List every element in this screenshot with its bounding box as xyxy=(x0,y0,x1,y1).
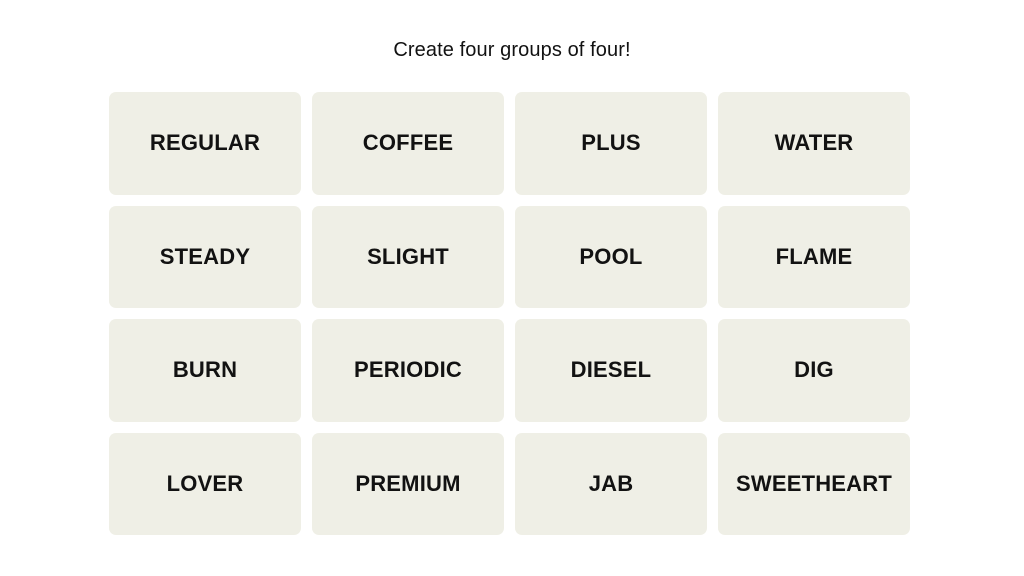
word-tile[interactable]: STEADY xyxy=(109,205,301,308)
word-tile[interactable]: FLAME xyxy=(718,205,910,308)
word-tile[interactable]: PLUS xyxy=(515,92,707,195)
word-tile-label: BURN xyxy=(172,357,238,383)
word-tile-label: LOVER xyxy=(166,470,244,496)
word-tile-label: PERIODIC xyxy=(354,357,462,383)
word-tile-label: COFFEE xyxy=(362,130,454,156)
word-tile-label: STEADY xyxy=(159,243,251,269)
page-title: Create four groups of four! xyxy=(393,39,631,61)
word-tile-label: PREMIUM xyxy=(355,470,461,496)
word-tile[interactable]: JAB xyxy=(515,432,707,535)
word-tile[interactable]: SLIGHT xyxy=(312,205,504,308)
word-tile-label: REGULAR xyxy=(149,130,261,156)
word-tile-label: DIESEL xyxy=(570,357,652,383)
word-tile[interactable]: POOL xyxy=(515,205,707,308)
word-tile-label: WATER xyxy=(774,130,854,156)
word-tile-label: SLIGHT xyxy=(367,243,449,269)
word-tile[interactable]: SWEETHEART xyxy=(718,432,910,535)
word-tile-label: FLAME xyxy=(775,243,853,269)
connections-game-screen: Create four groups of four! REGULAR COFFE… xyxy=(0,0,1024,576)
word-tile-label: POOL xyxy=(579,243,643,269)
word-tile[interactable]: BURN xyxy=(109,319,301,422)
word-tile-label: PLUS xyxy=(581,130,641,156)
word-tile[interactable]: DIESEL xyxy=(515,319,707,422)
word-tile[interactable]: COFFEE xyxy=(312,92,504,195)
word-tile[interactable]: PREMIUM xyxy=(312,432,504,535)
word-tile[interactable]: LOVER xyxy=(109,432,301,535)
word-tile-grid: REGULAR COFFEE PLUS WATER STEADY SLIGHT POOL FL… xyxy=(109,92,910,535)
word-tile[interactable]: WATER xyxy=(718,92,910,195)
word-tile-label: DIG xyxy=(794,357,834,383)
word-tile-label: SWEETHEART xyxy=(736,470,892,496)
word-tile[interactable]: REGULAR xyxy=(109,92,301,195)
word-tile[interactable]: PERIODIC xyxy=(312,319,504,422)
word-tile[interactable]: DIG xyxy=(718,319,910,422)
word-tile-label: JAB xyxy=(588,470,634,496)
